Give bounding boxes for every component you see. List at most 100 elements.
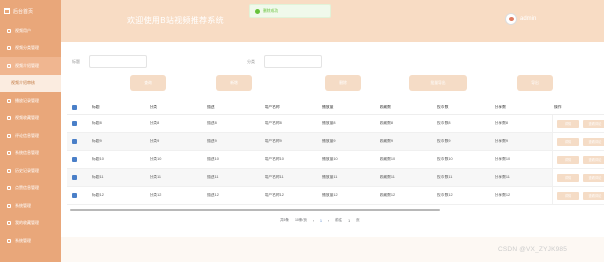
table-cell: 标题9 — [92, 139, 102, 143]
horizontal-scrollbar[interactable] — [70, 209, 440, 211]
row-checkbox[interactable] — [72, 175, 77, 180]
export-button[interactable]: 导出 — [517, 75, 553, 91]
goto-input[interactable]: 1 — [348, 219, 350, 223]
page-number[interactable]: 1 — [320, 219, 322, 223]
delete-button[interactable]: 删除 — [325, 75, 361, 91]
row-checkbox[interactable] — [72, 157, 77, 162]
detail-button[interactable]: 详情 — [557, 137, 579, 146]
top-header: 欢迎使用B站视频推荐系统 admin — [61, 0, 604, 42]
table-cell: 用户名称8 — [264, 121, 282, 125]
check-circle-icon — [255, 8, 260, 14]
sidebar-item-12[interactable]: 系统管理 — [0, 232, 61, 250]
sidebar-item-label: 视频介绍审核 — [11, 80, 35, 86]
sidebar-item-label: 视频介绍管理 — [15, 62, 39, 68]
menu-icon — [7, 151, 11, 156]
row-checkbox[interactable] — [72, 193, 77, 198]
search-button[interactable]: 查询 — [130, 75, 166, 91]
table-header: 标题 分类 描述 用户名称 播放量 收藏数 投币数 分享数 操作 — [67, 100, 604, 115]
view-comments-button[interactable]: 查看评论 — [583, 119, 604, 128]
table-cell: 分类10 — [149, 157, 162, 161]
batch-export-button[interactable]: 批量导出 — [409, 75, 467, 91]
sidebar-item-label: 评论信息管理 — [15, 132, 39, 138]
sidebar-item-10[interactable]: 系统管理 — [0, 197, 61, 215]
sidebar-item-label: 历史记录管理 — [15, 167, 39, 173]
menu-icon — [7, 116, 11, 121]
sidebar-item-9[interactable]: 点赞信息管理 — [0, 180, 61, 198]
sidebar-item-8[interactable]: 历史记录管理 — [0, 162, 61, 180]
next-page-button[interactable]: › — [328, 219, 329, 223]
sidebar-item-label: 系统管理 — [15, 237, 31, 243]
table-cell: 收藏数12 — [379, 193, 396, 197]
pagination: 共5条 10条/页 ‹ 1 › 前往 1 页 — [280, 218, 366, 223]
sidebar-item-11[interactable]: 我的收藏管理 — [0, 215, 61, 233]
sidebar-item-3[interactable]: 视频介绍审核 — [0, 74, 61, 92]
detail-button[interactable]: 详情 — [557, 119, 579, 128]
table-cell: 投币数12 — [437, 193, 453, 197]
data-table: 标题 分类 描述 用户名称 播放量 收藏数 投币数 分享数 操作 标题8 分类8 描… — [67, 100, 604, 205]
sidebar-item-label: 视频分类管理 — [15, 45, 39, 51]
sidebar-item-label: 我的收藏管理 — [15, 220, 39, 226]
table-cell: 描述11 — [207, 175, 219, 179]
menu-icon — [7, 46, 11, 51]
sidebar-item-2[interactable]: 视频介绍管理 — [0, 57, 61, 75]
col-description: 描述 — [207, 104, 215, 109]
col-plays: 播放量 — [322, 104, 334, 109]
sidebar-item-7[interactable]: 系统信息管理 — [0, 145, 61, 163]
table-cell: 用户名称11 — [264, 175, 284, 179]
detail-button[interactable]: 详情 — [557, 173, 579, 182]
view-comments-button[interactable]: 查看评论 — [583, 173, 604, 182]
col-actions: 操作 — [554, 104, 562, 109]
col-coins: 投币数 — [437, 104, 449, 109]
success-toast: 删除成功 — [249, 4, 331, 18]
avatar — [505, 13, 517, 25]
row-actions: 详情 查看评论 — [552, 133, 604, 150]
table-cell: 播放量8 — [322, 121, 336, 125]
row-checkbox[interactable] — [72, 121, 77, 126]
prev-page-button[interactable]: ‹ — [313, 219, 314, 223]
sidebar-item-label: 点赞信息管理 — [15, 185, 39, 191]
view-comments-button[interactable]: 查看评论 — [583, 155, 604, 164]
table-row: 标题10 分类10 描述10 用户名称10 播放量10 收藏数10 投币数10 分享数10 详情… — [67, 151, 604, 169]
table-cell: 分类8 — [149, 121, 160, 125]
row-checkbox[interactable] — [72, 139, 77, 144]
sidebar-home[interactable]: 后台首页 — [0, 0, 61, 22]
home-icon — [4, 8, 10, 14]
menu-icon — [7, 203, 11, 208]
table-cell: 描述8 — [207, 121, 217, 125]
row-actions: 详情 查看评论 — [552, 187, 604, 204]
add-button[interactable]: 新增 — [216, 75, 252, 91]
table-cell: 标题10 — [92, 157, 104, 161]
title-input[interactable] — [89, 55, 147, 68]
table-cell: 标题11 — [92, 175, 104, 179]
toast-message: 删除成功 — [263, 8, 279, 13]
view-comments-button[interactable]: 查看评论 — [583, 191, 604, 200]
table-row: 标题8 分类8 描述8 用户名称8 播放量8 收藏数8 投币数8 分享数8 详情 查看评论 — [67, 115, 604, 133]
sidebar-item-5[interactable]: 视频收藏管理 — [0, 110, 61, 128]
table-cell: 投币数9 — [437, 139, 451, 143]
sidebar-item-0[interactable]: 视频用户 — [0, 22, 61, 40]
table-cell: 分享数12 — [494, 193, 511, 197]
table-cell: 投币数11 — [437, 175, 453, 179]
table-cell: 播放量11 — [322, 175, 338, 179]
sidebar-item-1[interactable]: 视频分类管理 — [0, 40, 61, 58]
view-comments-button[interactable]: 查看评论 — [583, 137, 604, 146]
user-menu[interactable]: admin — [505, 13, 536, 25]
table-cell: 收藏数11 — [379, 175, 395, 179]
sidebar-item-6[interactable]: 评论信息管理 — [0, 127, 61, 145]
total-count: 共5条 — [280, 218, 289, 222]
table-cell: 播放量12 — [322, 193, 338, 197]
row-actions: 详情 查看评论 — [552, 169, 604, 186]
username: admin — [520, 16, 537, 22]
table-cell: 收藏数8 — [379, 121, 394, 125]
page-size-select[interactable]: 10条/页 — [295, 218, 307, 223]
goto-label: 前往 — [335, 218, 343, 222]
col-username: 用户名称 — [264, 104, 280, 109]
select-all-checkbox[interactable] — [72, 104, 77, 110]
table-cell: 分类9 — [149, 139, 160, 143]
category-input[interactable] — [264, 55, 322, 68]
sidebar-item-4[interactable]: 播放记录管理 — [0, 92, 61, 110]
detail-button[interactable]: 详情 — [557, 155, 579, 164]
detail-button[interactable]: 详情 — [557, 191, 579, 200]
table-cell: 标题8 — [92, 121, 102, 125]
table-row: 标题12 分类12 描述12 用户名称12 播放量12 收藏数12 投币数12 分享数12 详情… — [67, 187, 604, 205]
